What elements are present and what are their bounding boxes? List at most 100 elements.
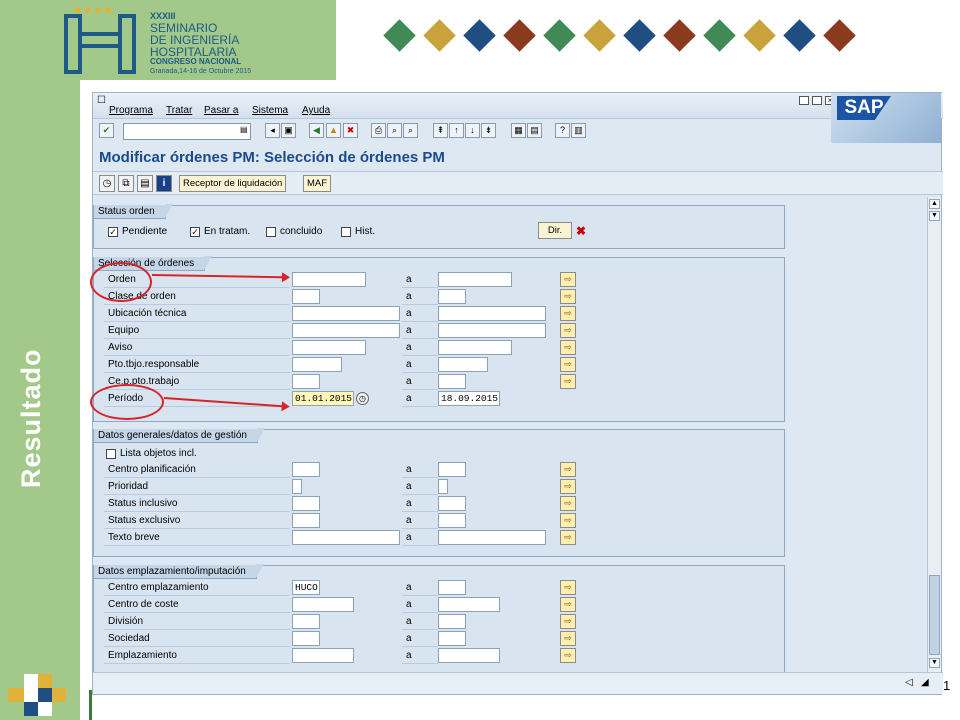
- to-field[interactable]: [438, 513, 466, 528]
- exit-icon[interactable]: ▲: [326, 123, 341, 138]
- to-field[interactable]: [438, 614, 466, 629]
- from-field[interactable]: [292, 513, 320, 528]
- from-field[interactable]: [292, 462, 320, 477]
- from-field[interactable]: [292, 306, 400, 321]
- from-field[interactable]: 01.01.2015: [292, 391, 354, 406]
- cancel-icon[interactable]: ✖: [343, 123, 358, 138]
- vertical-scrollbar[interactable]: ▲ ▼ ▼: [927, 197, 941, 672]
- menu-sistema[interactable]: Sistema: [252, 105, 288, 116]
- scroll-down-icon[interactable]: ▼: [929, 658, 940, 668]
- from-field[interactable]: [292, 614, 320, 629]
- minimize-icon[interactable]: [799, 96, 809, 105]
- multiple-selection-icon[interactable]: ⇨: [560, 323, 576, 338]
- status-collapse-icon[interactable]: ◁: [905, 677, 913, 688]
- multiple-selection-icon[interactable]: ⇨: [560, 374, 576, 389]
- maf-button[interactable]: MAF: [303, 175, 332, 192]
- to-field[interactable]: 18.09.2015: [438, 391, 500, 406]
- from-field[interactable]: [292, 357, 342, 372]
- next-page-icon[interactable]: ↓: [465, 123, 480, 138]
- multiple-selection-icon[interactable]: ⇨: [560, 530, 576, 545]
- multiple-selection-icon[interactable]: ⇨: [560, 340, 576, 355]
- menu-pasar-a[interactable]: Pasar a: [204, 105, 238, 116]
- maximize-icon[interactable]: [812, 96, 822, 105]
- from-field[interactable]: [292, 374, 320, 389]
- variant-icon[interactable]: ⧉: [118, 175, 134, 192]
- multiple-selection-icon[interactable]: ⇨: [560, 462, 576, 477]
- back-arrow-icon[interactable]: ◂: [265, 123, 280, 138]
- menu-programa[interactable]: Programa: [109, 105, 153, 116]
- from-field[interactable]: [292, 530, 400, 545]
- execute-icon[interactable]: ◷: [99, 175, 115, 192]
- multiple-selection-icon[interactable]: ⇨: [560, 479, 576, 494]
- from-field[interactable]: [292, 631, 320, 646]
- lista-objetos-checkbox[interactable]: [106, 449, 116, 459]
- from-field[interactable]: [292, 272, 366, 287]
- find-next-icon[interactable]: ⌕: [403, 123, 418, 138]
- resize-grip-icon[interactable]: ◢: [921, 677, 929, 688]
- from-field[interactable]: HUCO: [292, 580, 320, 595]
- receptor-liquidacion-button[interactable]: Receptor de liquidación: [179, 175, 287, 192]
- calendar-icon[interactable]: ◷: [356, 392, 369, 405]
- dir-button[interactable]: Dir.: [538, 222, 572, 239]
- scroll-up-icon[interactable]: ▲: [929, 199, 940, 209]
- new-session-icon[interactable]: ▦: [511, 123, 526, 138]
- to-field[interactable]: [438, 340, 512, 355]
- multiple-selection-icon[interactable]: ⇨: [560, 272, 576, 287]
- delete-icon[interactable]: ✖: [576, 224, 586, 238]
- menu-icon[interactable]: ☐: [97, 95, 106, 106]
- selection-options-icon[interactable]: ▤: [137, 175, 153, 192]
- from-field[interactable]: [292, 496, 320, 511]
- layout-icon[interactable]: ▥: [571, 123, 586, 138]
- multiple-selection-icon[interactable]: ⇨: [560, 513, 576, 528]
- from-field[interactable]: [292, 597, 354, 612]
- from-field[interactable]: [292, 289, 320, 304]
- en-tratam-checkbox[interactable]: ✓: [190, 227, 200, 237]
- multiple-selection-icon[interactable]: ⇨: [560, 597, 576, 612]
- multiple-selection-icon[interactable]: ⇨: [560, 357, 576, 372]
- first-page-icon[interactable]: ⇞: [433, 123, 448, 138]
- last-page-icon[interactable]: ⇟: [481, 123, 496, 138]
- info-icon[interactable]: i: [156, 175, 172, 192]
- hist-checkbox[interactable]: [341, 227, 351, 237]
- menu-ayuda[interactable]: Ayuda: [302, 105, 330, 116]
- to-field[interactable]: [438, 479, 448, 494]
- from-field[interactable]: [292, 340, 366, 355]
- to-field[interactable]: [438, 272, 512, 287]
- help-icon[interactable]: ?: [555, 123, 570, 138]
- to-field[interactable]: [438, 648, 500, 663]
- multiple-selection-icon[interactable]: ⇨: [560, 631, 576, 646]
- shortcut-icon[interactable]: ▤: [527, 123, 542, 138]
- save-icon[interactable]: ▣: [281, 123, 296, 138]
- previous-page-icon[interactable]: ↑: [449, 123, 464, 138]
- find-icon[interactable]: ⌕: [387, 123, 402, 138]
- to-field[interactable]: [438, 631, 466, 646]
- to-field[interactable]: [438, 306, 546, 321]
- concluido-checkbox[interactable]: [266, 227, 276, 237]
- print-icon[interactable]: ⎙: [371, 123, 386, 138]
- to-field[interactable]: [438, 289, 466, 304]
- multiple-selection-icon[interactable]: ⇨: [560, 289, 576, 304]
- pendiente-checkbox[interactable]: ✓: [108, 227, 118, 237]
- command-field[interactable]: [123, 123, 251, 140]
- to-field[interactable]: [438, 530, 546, 545]
- from-field[interactable]: [292, 648, 354, 663]
- multiple-selection-icon[interactable]: ⇨: [560, 496, 576, 511]
- to-field[interactable]: [438, 462, 466, 477]
- to-field[interactable]: [438, 496, 466, 511]
- to-field[interactable]: [438, 323, 546, 338]
- to-field[interactable]: [438, 597, 500, 612]
- command-dropdown-icon[interactable]: ▤: [240, 125, 248, 134]
- scroll-thumb[interactable]: [929, 575, 940, 655]
- to-field[interactable]: [438, 374, 466, 389]
- from-field[interactable]: [292, 323, 400, 338]
- multiple-selection-icon[interactable]: ⇨: [560, 648, 576, 663]
- scroll-up-page-icon[interactable]: ▼: [929, 211, 940, 221]
- to-field[interactable]: [438, 357, 488, 372]
- to-field[interactable]: [438, 580, 466, 595]
- enter-icon[interactable]: ✔: [99, 123, 114, 138]
- back-icon[interactable]: ◀: [309, 123, 324, 138]
- multiple-selection-icon[interactable]: ⇨: [560, 306, 576, 321]
- from-field[interactable]: [292, 479, 302, 494]
- multiple-selection-icon[interactable]: ⇨: [560, 580, 576, 595]
- menu-tratar[interactable]: Tratar: [166, 105, 192, 116]
